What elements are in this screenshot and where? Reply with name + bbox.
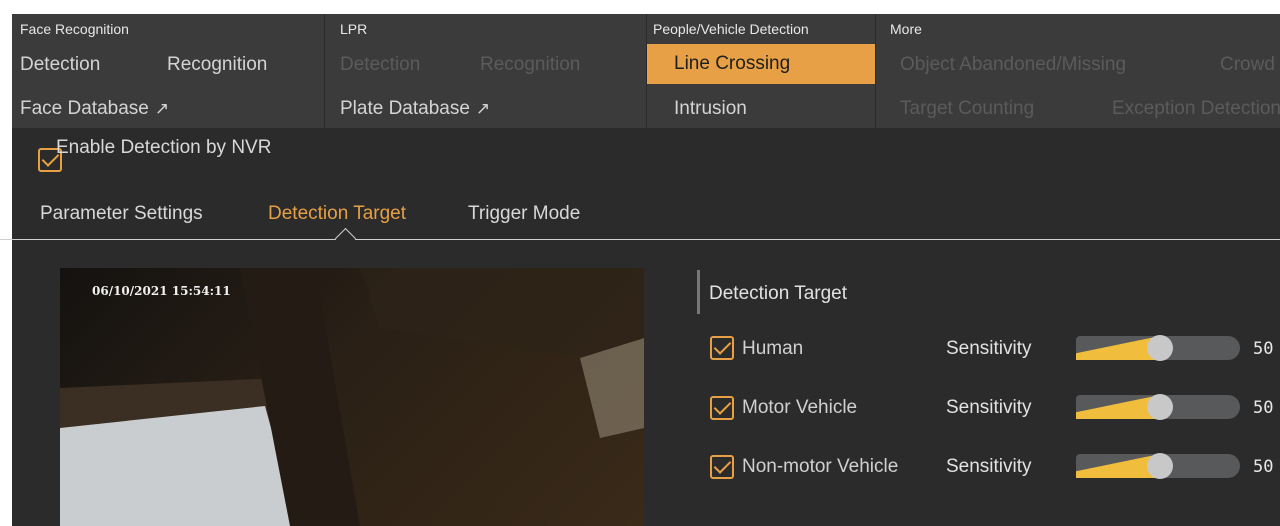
tab-underline [0, 239, 1280, 240]
menu-section-more: More Object Abandoned/Missing Crowd Targ… [876, 14, 1280, 128]
tab-detection-target[interactable]: Detection Target [268, 203, 406, 225]
detection-target-title: Detection Target [709, 283, 848, 304]
section-title: LPR [340, 21, 368, 37]
motor-vehicle-sensitivity-slider[interactable] [1076, 394, 1240, 420]
menu-item-line-crossing[interactable]: Line Crossing [647, 44, 875, 84]
video-timestamp: 06/10/2021 15:54:11 [92, 284, 231, 298]
sensitivity-label: Sensitivity [946, 338, 1032, 359]
human-label: Human [742, 338, 804, 359]
section-title: People/Vehicle Detection [653, 21, 809, 37]
human-sensitivity-slider[interactable] [1076, 335, 1240, 361]
menu-item-label: Face Database [20, 98, 149, 119]
motor-vehicle-checkbox[interactable] [710, 396, 734, 420]
menu-section-lpr: LPR Detection Recognition Plate Database… [325, 14, 646, 128]
non-motor-vehicle-label: Non-motor Vehicle [742, 456, 899, 477]
section-marker [697, 270, 700, 314]
external-link-icon: ↗ [475, 99, 491, 118]
tab-parameter-settings[interactable]: Parameter Settings [40, 203, 203, 225]
menu-section-face-recognition: Face Recognition Detection Recognition F… [12, 14, 324, 128]
menu-item-face-detection[interactable]: Detection [20, 54, 100, 76]
menu-item-face-database[interactable]: Face Database ↗ [20, 98, 169, 120]
menu-item-label: Plate Database [340, 98, 470, 119]
enable-detection-label: Enable Detection by NVR [56, 137, 272, 158]
human-checkbox[interactable] [710, 336, 734, 360]
human-sensitivity-value: 50 [1253, 339, 1274, 359]
slider-handle[interactable] [1147, 335, 1173, 361]
menu-item-crowd[interactable]: Crowd [1220, 54, 1275, 76]
top-menu: Face Recognition Detection Recognition F… [12, 14, 1280, 128]
non-motor-vehicle-checkbox[interactable] [710, 455, 734, 479]
camera-scene [60, 268, 644, 526]
section-title: More [890, 21, 922, 37]
non-motor-vehicle-sensitivity-slider[interactable] [1076, 453, 1240, 479]
menu-item-lpr-detection[interactable]: Detection [340, 54, 420, 76]
menu-item-intrusion[interactable]: Intrusion [674, 98, 747, 120]
sensitivity-label: Sensitivity [946, 456, 1032, 477]
camera-preview: 06/10/2021 15:54:11 [60, 268, 644, 526]
external-link-icon: ↗ [154, 99, 170, 118]
sensitivity-label: Sensitivity [946, 397, 1032, 418]
motor-vehicle-sensitivity-value: 50 [1253, 398, 1274, 418]
menu-item-face-recognition[interactable]: Recognition [167, 54, 267, 76]
menu-item-target-counting[interactable]: Target Counting [900, 98, 1034, 120]
menu-item-lpr-recognition[interactable]: Recognition [480, 54, 580, 76]
menu-item-label: Line Crossing [674, 53, 791, 74]
tab-trigger-mode[interactable]: Trigger Mode [468, 203, 580, 225]
menu-section-people-vehicle: People/Vehicle Detection Line Crossing I… [647, 14, 875, 128]
menu-item-exception-detection[interactable]: Exception Detection [1112, 98, 1280, 120]
section-title: Face Recognition [20, 21, 129, 37]
menu-item-plate-database[interactable]: Plate Database ↗ [340, 98, 490, 120]
slider-handle[interactable] [1147, 394, 1173, 420]
slider-handle[interactable] [1147, 453, 1173, 479]
motor-vehicle-label: Motor Vehicle [742, 397, 858, 418]
wall-shadow [360, 268, 644, 358]
menu-item-object-abandoned[interactable]: Object Abandoned/Missing [900, 54, 1126, 76]
non-motor-vehicle-sensitivity-value: 50 [1253, 457, 1274, 477]
